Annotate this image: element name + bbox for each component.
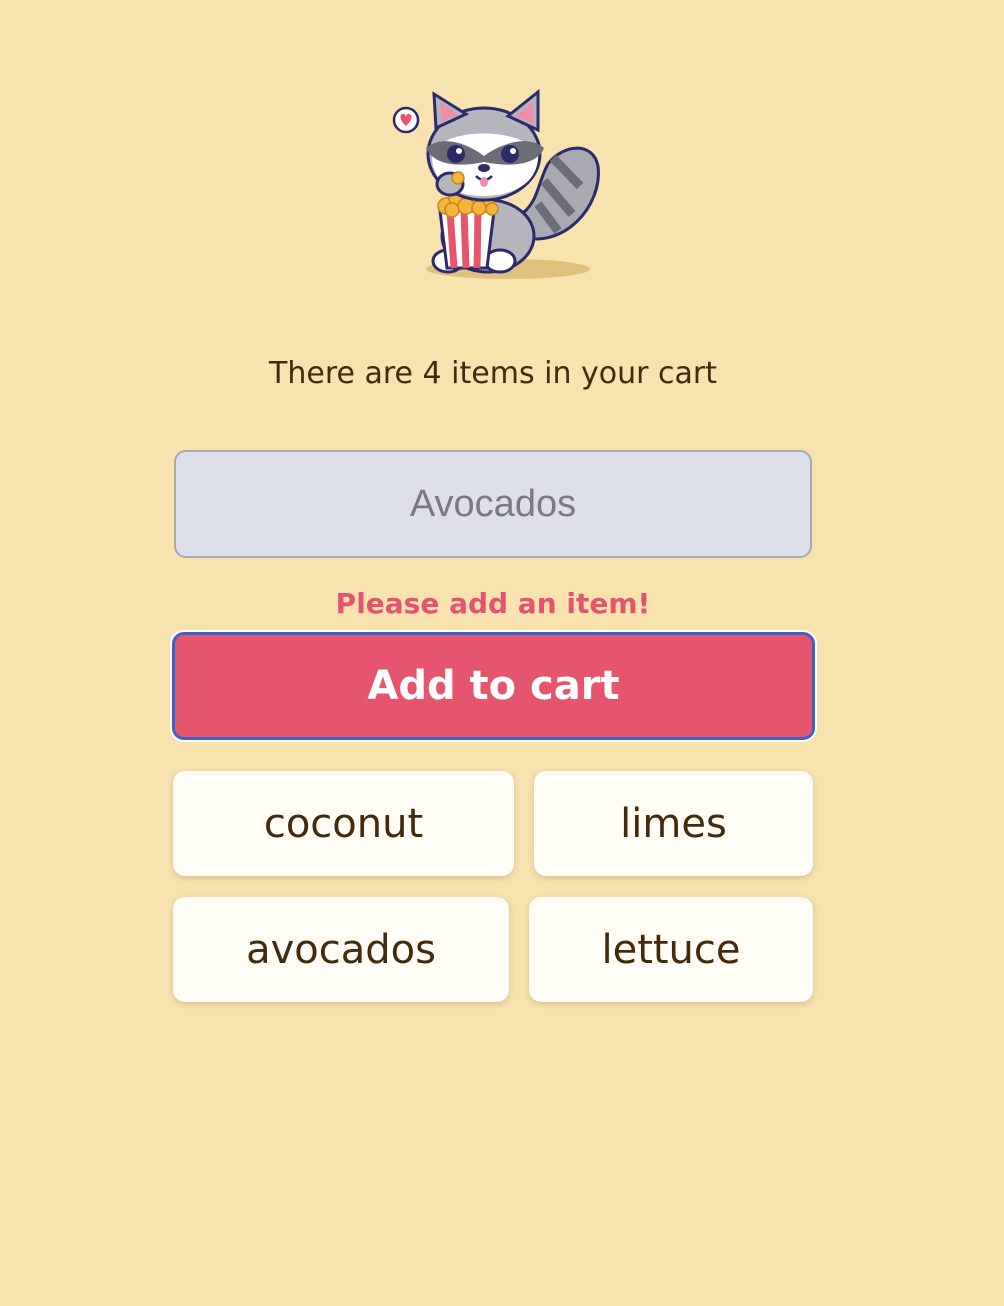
cart-status-text: There are 4 items in your cart xyxy=(269,356,717,391)
cart-page: There are 4 items in your cart Please ad… xyxy=(0,0,1004,1306)
cart-item-limes[interactable]: limes xyxy=(534,771,813,876)
cart-item-coconut[interactable]: coconut xyxy=(173,771,514,876)
add-to-cart-button[interactable]: Add to cart xyxy=(172,632,815,740)
error-message: Please add an item! xyxy=(335,587,651,620)
cart-item-lettuce[interactable]: lettuce xyxy=(529,897,813,1002)
raccoon-mascot-icon xyxy=(392,88,600,279)
cart-item-avocados[interactable]: avocados xyxy=(173,897,509,1002)
item-input[interactable] xyxy=(174,450,812,558)
